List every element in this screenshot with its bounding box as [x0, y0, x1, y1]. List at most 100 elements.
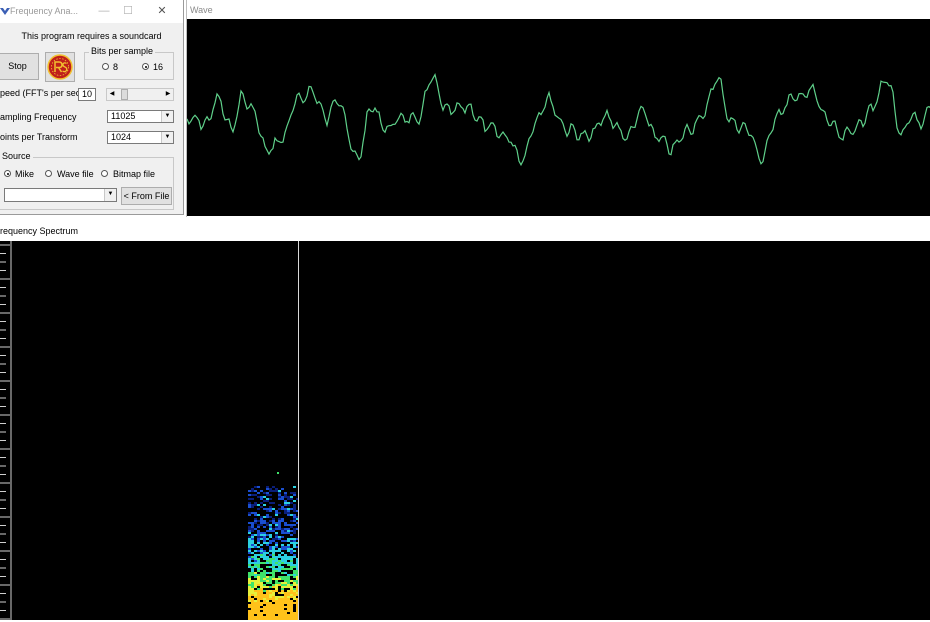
spectrogram-cell — [248, 556, 251, 558]
spectrogram-cell — [260, 534, 263, 536]
spectrogram-cell — [281, 520, 284, 522]
spectrogram-cell — [287, 514, 290, 516]
spectrum-display — [0, 241, 930, 620]
bits-8-radio[interactable] — [102, 63, 109, 70]
chevron-down-icon[interactable]: ▼ — [161, 111, 173, 122]
spectrogram-cell — [287, 582, 290, 584]
spectrogram-cell — [269, 580, 272, 582]
dialog-titlebar[interactable]: Frequency Ana... — ☐ ✕ — [0, 0, 183, 23]
spectrogram-cell — [293, 516, 296, 518]
source-wave-file-radio[interactable] — [45, 170, 52, 177]
spectrogram-cell — [266, 594, 269, 596]
speed-slider-thumb[interactable] — [121, 89, 128, 100]
spectrogram-cell — [248, 560, 251, 562]
spectrogram-cell — [281, 506, 284, 508]
spectrogram-cell — [269, 540, 272, 542]
source-bitmap-file-radio[interactable] — [101, 170, 108, 177]
spectrogram-cell — [251, 574, 254, 576]
spectrogram-cell — [248, 578, 251, 580]
spectrogram-cell — [248, 506, 251, 508]
spectrogram-cell — [260, 588, 263, 590]
spectrogram-cell — [248, 594, 251, 596]
spectrogram-cell — [269, 526, 272, 528]
spectrogram-cell — [260, 580, 263, 582]
spectrogram-cell — [266, 604, 269, 606]
chevron-down-icon[interactable]: ▼ — [104, 189, 116, 201]
spectrogram-cell — [275, 610, 278, 612]
spectrogram-cell — [275, 590, 278, 592]
logo-button[interactable] — [45, 52, 75, 82]
spectrogram-cell — [269, 572, 272, 574]
spectrogram-cell — [263, 500, 266, 502]
spectrogram-cell — [293, 556, 296, 558]
points-per-transform-select[interactable]: 1024 ▼ — [107, 131, 174, 144]
spectrogram-cell — [284, 572, 287, 574]
spectrogram-cell — [275, 528, 278, 530]
spectrogram-cell — [248, 606, 251, 608]
spectrogram-cell — [263, 608, 266, 610]
spectrogram-cell — [269, 554, 272, 556]
spectrogram-cell — [251, 580, 254, 582]
bits-16-radio[interactable] — [142, 63, 149, 70]
spectrogram-cell — [290, 498, 293, 500]
spectrogram-cell — [287, 510, 290, 512]
spectrogram-cell — [290, 600, 293, 602]
arrow-right-icon[interactable]: ▶ — [163, 89, 173, 100]
minimize-button[interactable]: — — [95, 2, 113, 20]
spectrogram-cell — [254, 486, 257, 488]
spectrogram-cell — [290, 588, 293, 590]
spectrogram-cell — [269, 542, 272, 544]
sampling-frequency-select[interactable]: 11025 ▼ — [107, 110, 174, 123]
spectrogram-cell — [248, 544, 251, 546]
source-file-select[interactable]: ▼ — [4, 188, 117, 202]
spectrogram-cell — [290, 526, 293, 528]
spectrogram-cell — [254, 606, 257, 608]
spectrogram-cell — [275, 564, 278, 566]
source-mike-radio[interactable] — [4, 170, 11, 177]
spectrogram-cell — [275, 584, 278, 586]
spectrogram-cell — [272, 590, 275, 592]
spectrogram-cell — [251, 530, 254, 532]
spectrogram-cell — [290, 540, 293, 542]
control-dialog: Frequency Ana... — ☐ ✕ This program requ… — [0, 0, 184, 215]
spectrogram-cell — [272, 566, 275, 568]
spectrogram-cell — [266, 552, 269, 554]
close-button[interactable]: ✕ — [153, 2, 171, 20]
speed-field[interactable]: 10 — [78, 88, 96, 101]
spectrogram-cell — [257, 524, 260, 526]
spectrogram-cell — [281, 602, 284, 604]
spectrogram-cell — [272, 614, 275, 616]
from-file-button[interactable]: < From File — [121, 187, 172, 205]
spectrogram-cell — [281, 560, 284, 562]
spectrogram-cell — [251, 616, 254, 618]
arrow-left-icon[interactable]: ◀ — [107, 89, 117, 100]
spectrogram-cell — [248, 590, 251, 592]
spectrogram-cell — [248, 616, 251, 618]
chevron-down-icon[interactable]: ▼ — [161, 132, 173, 143]
spectrogram-cell — [269, 594, 272, 596]
spectrogram-cell — [248, 596, 251, 598]
spectrogram-cell — [284, 600, 287, 602]
spectrogram-cell — [293, 582, 296, 584]
spectrogram-cell — [284, 612, 287, 614]
spectrogram-cell — [290, 534, 293, 536]
spectrum-title: requency Spectrum — [0, 226, 79, 236]
spectrogram-cell — [260, 552, 263, 554]
spectrogram-cell — [284, 580, 287, 582]
spectrogram-cell — [269, 548, 272, 550]
spectrogram-cell — [272, 554, 275, 556]
spectrogram-cell — [275, 598, 278, 600]
spectrogram-cell — [251, 608, 254, 610]
spectrogram-cell — [293, 598, 296, 600]
spectrogram-cell — [281, 536, 284, 538]
spectrogram-cell — [248, 548, 251, 550]
stop-button[interactable]: Stop — [0, 53, 39, 80]
spectrogram-cell — [284, 492, 287, 494]
spectrogram-cell — [269, 508, 272, 510]
spectrogram-cell — [269, 498, 272, 500]
maximize-button[interactable]: ☐ — [119, 2, 137, 20]
spectrogram-cell — [272, 558, 275, 560]
spectrogram-cell — [266, 614, 269, 616]
spectrogram-cell — [281, 518, 284, 520]
speed-slider[interactable]: ◀ ▶ — [106, 88, 174, 101]
